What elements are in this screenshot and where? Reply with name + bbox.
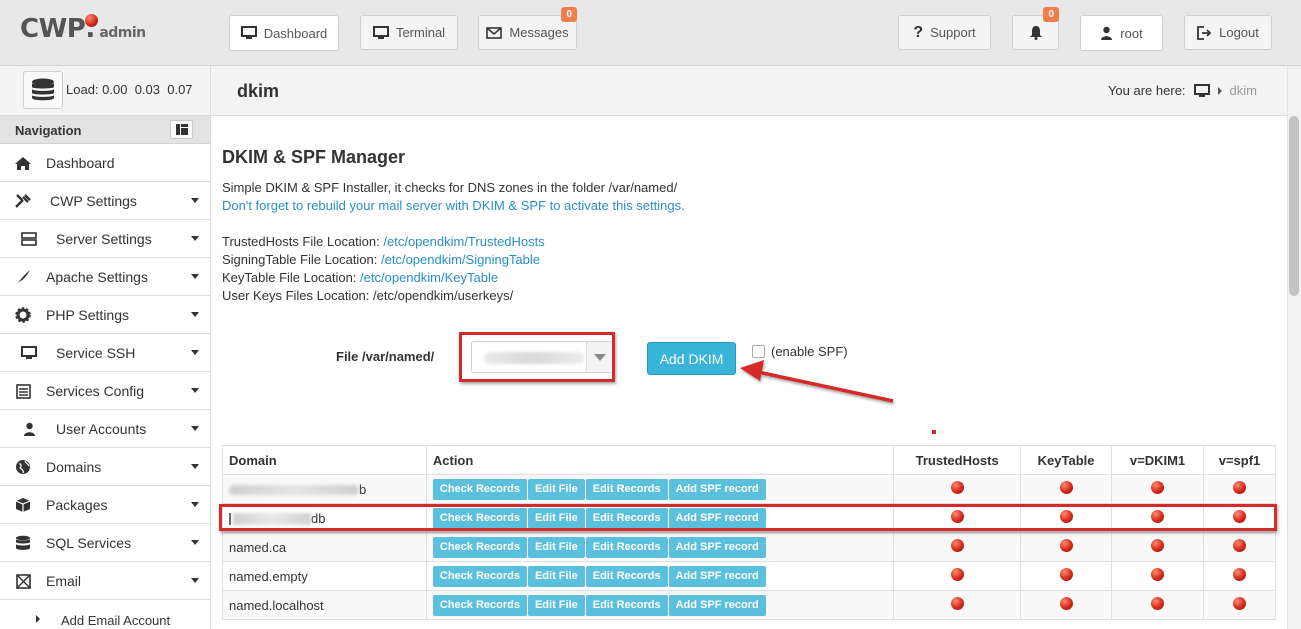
annotation-arrow: [740, 360, 894, 403]
